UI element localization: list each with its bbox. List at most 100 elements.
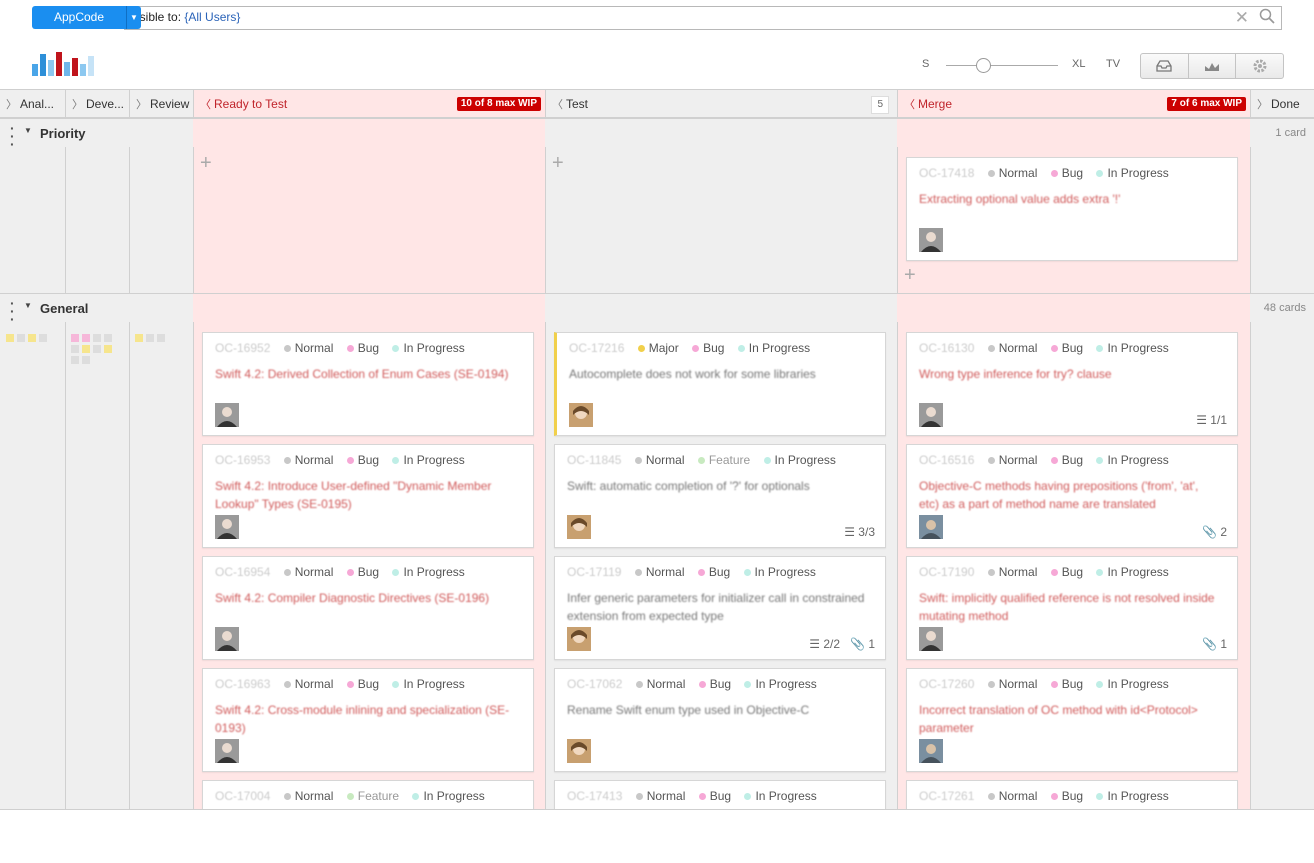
priority-field[interactable]: Normal [634, 453, 685, 467]
type-field[interactable]: Bug [697, 565, 730, 579]
collapsed-cards[interactable] [6, 334, 66, 342]
type-field[interactable]: Bug [346, 453, 379, 467]
priority-field[interactable]: Major [637, 341, 679, 355]
issue-id[interactable]: OC-17418 [919, 166, 974, 180]
column-header[interactable]: 〉 Deve... [66, 90, 129, 118]
slider-handle[interactable] [976, 58, 991, 73]
state-field[interactable]: In Progress [1096, 789, 1169, 803]
type-field[interactable]: Feature [697, 453, 750, 467]
issue-id[interactable]: OC-17004 [215, 789, 270, 803]
avatar[interactable] [567, 739, 591, 763]
issue-card[interactable]: OC-17119 Normal Bug In Progress Infer ge… [554, 556, 886, 660]
avatar[interactable] [919, 403, 943, 427]
more-icon[interactable]: · · · [10, 296, 15, 326]
type-field[interactable]: Bug [692, 341, 724, 355]
more-icon[interactable]: · · · [10, 121, 15, 151]
issue-card[interactable]: OC-11845 Normal Feature In Progress Swif… [554, 444, 886, 548]
issue-summary[interactable]: Autocomplete does not work for some libr… [569, 365, 869, 383]
project-button[interactable]: AppCode [32, 6, 126, 29]
issue-summary[interactable]: Swift 4.2: Derived Collection of Enum Ca… [215, 365, 515, 383]
state-field[interactable]: In Progress [392, 341, 465, 355]
avatar[interactable] [215, 739, 239, 763]
avatar[interactable] [567, 515, 591, 539]
issue-card[interactable]: OC-17004 Normal Feature In Progress [202, 780, 534, 809]
collapsed-cards[interactable] [135, 334, 195, 342]
issue-id[interactable]: OC-17261 [919, 789, 974, 803]
column-header[interactable]: 〉 Review [130, 90, 193, 118]
priority-field[interactable]: Normal [635, 789, 685, 803]
issue-card[interactable]: OC-16953 Normal Bug In Progress Swift 4.… [202, 444, 534, 548]
chevron-down-icon[interactable]: ▼ [24, 301, 32, 310]
swimlane-priority[interactable]: · · · ▼ Priority 1 card [0, 118, 1314, 151]
avatar[interactable] [215, 403, 239, 427]
swimlane-general[interactable]: · · · ▼ General 48 cards [0, 293, 1314, 326]
issue-id[interactable]: OC-17119 [567, 565, 621, 579]
type-field[interactable]: Bug [1050, 677, 1083, 691]
issue-summary[interactable]: Incorrect translation of OC method with … [919, 701, 1219, 737]
type-field[interactable]: Bug [1050, 453, 1083, 467]
gear-icon[interactable] [1235, 54, 1283, 78]
chart-icon[interactable] [1187, 54, 1236, 78]
state-field[interactable]: In Progress [1096, 166, 1169, 180]
issue-id[interactable]: OC-16952 [215, 341, 270, 355]
priority-field[interactable]: Normal [987, 565, 1037, 579]
avatar[interactable] [919, 739, 943, 763]
issue-id[interactable]: OC-17062 [567, 677, 622, 691]
search-input[interactable]: visible to: {All Users} ✕ [124, 6, 1282, 30]
avatar[interactable] [567, 627, 591, 651]
priority-field[interactable]: Normal [283, 565, 333, 579]
type-field[interactable]: Bug [1050, 341, 1083, 355]
collapsed-cards[interactable] [71, 334, 121, 364]
column-header[interactable]: 〈 Test 5 [546, 90, 897, 118]
priority-field[interactable]: Normal [283, 453, 333, 467]
state-field[interactable]: In Progress [744, 677, 817, 691]
type-field[interactable]: Bug [698, 789, 731, 803]
priority-field[interactable]: Normal [987, 166, 1037, 180]
column-header[interactable]: 〉 Done [1251, 90, 1314, 118]
issue-summary[interactable]: Wrong type inference for try? clause [919, 365, 1219, 383]
add-card-icon[interactable]: + [904, 264, 916, 287]
issue-card[interactable]: OC-17216 Major Bug In Progress Autocompl… [554, 332, 886, 436]
type-field[interactable]: Bug [346, 565, 379, 579]
priority-field[interactable]: Normal [283, 677, 333, 691]
add-card-icon[interactable]: + [552, 152, 564, 175]
state-field[interactable]: In Progress [392, 565, 465, 579]
state-field[interactable]: In Progress [392, 453, 465, 467]
issue-id[interactable]: OC-16516 [919, 453, 974, 467]
close-icon[interactable]: ✕ [1235, 8, 1249, 28]
priority-field[interactable]: Normal [634, 565, 685, 579]
issue-card[interactable]: OC-16130 Normal Bug In Progress Wrong ty… [906, 332, 1238, 436]
type-field[interactable]: Feature [346, 789, 399, 803]
issue-card[interactable]: OC-16954 Normal Bug In Progress Swift 4.… [202, 556, 534, 660]
column-header[interactable]: 〈 Merge 7 of 6 max WIP [898, 90, 1250, 118]
type-field[interactable]: Bug [346, 677, 379, 691]
card-size-slider[interactable] [946, 65, 1058, 66]
issue-card[interactable]: OC-17062 Normal Bug In Progress Rename S… [554, 668, 886, 772]
issue-card[interactable]: OC-17418 Normal Bug In Progress Extracti… [906, 157, 1238, 261]
state-field[interactable]: In Progress [744, 789, 817, 803]
issue-summary[interactable]: Swift 4.2: Cross-module inlining and spe… [215, 701, 515, 737]
avatar[interactable] [215, 627, 239, 651]
issue-card[interactable]: OC-17260 Normal Bug In Progress Incorrec… [906, 668, 1238, 772]
state-field[interactable]: In Progress [1096, 565, 1169, 579]
issue-summary[interactable]: Rename Swift enum type used in Objective… [567, 701, 867, 719]
issue-id[interactable]: OC-11845 [567, 453, 621, 467]
priority-field[interactable]: Normal [283, 789, 333, 803]
issue-card[interactable]: OC-17261 Normal Bug In Progress [906, 780, 1238, 809]
add-card-icon[interactable]: + [200, 152, 212, 175]
avatar[interactable] [215, 515, 239, 539]
search-icon[interactable] [1259, 8, 1275, 27]
issue-summary[interactable]: Swift 4.2: Introduce User-defined "Dynam… [215, 477, 515, 513]
avatar[interactable] [919, 515, 943, 539]
priority-field[interactable]: Normal [987, 341, 1037, 355]
state-field[interactable]: In Progress [743, 565, 816, 579]
state-field[interactable]: In Progress [1096, 341, 1169, 355]
state-field[interactable]: In Progress [763, 453, 836, 467]
issue-id[interactable]: OC-16954 [215, 565, 270, 579]
issue-id[interactable]: OC-17190 [919, 565, 974, 579]
state-field[interactable]: In Progress [1096, 677, 1169, 691]
type-field[interactable]: Bug [1050, 166, 1083, 180]
avatar[interactable] [919, 627, 943, 651]
issue-id[interactable]: OC-16953 [215, 453, 270, 467]
issue-card[interactable]: OC-17413 Normal Bug In Progress [554, 780, 886, 809]
